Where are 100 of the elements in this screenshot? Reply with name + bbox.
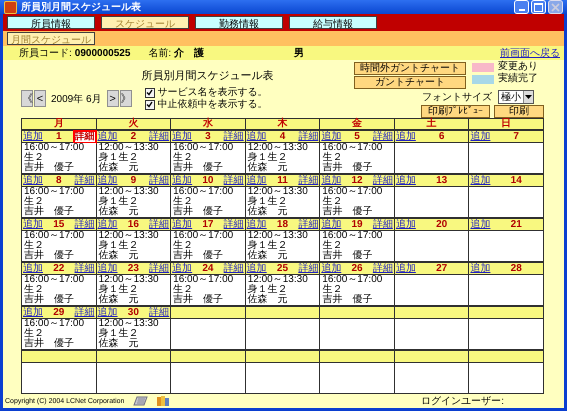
add-link[interactable]: 追加	[172, 176, 192, 186]
detail-link[interactable]: 詳細	[74, 264, 95, 274]
detail-link[interactable]: 詳細	[149, 176, 170, 186]
nav-button[interactable]: 《	[21, 90, 33, 107]
day-number: 23	[126, 264, 140, 274]
detail-link[interactable]: 詳細	[74, 220, 95, 230]
weekday-header: 月	[22, 119, 96, 129]
font-size-dropdown[interactable]: 極小	[498, 90, 534, 104]
books-icon[interactable]	[156, 395, 170, 407]
back-link[interactable]: 前画面へ戻る	[500, 46, 560, 60]
schedule-time[interactable]: 16:00～17:00生２	[173, 143, 243, 163]
add-link[interactable]: 追加	[396, 176, 416, 186]
add-link[interactable]: 追加	[98, 132, 118, 142]
schedule-time[interactable]: 16:00～17:00生２	[24, 319, 94, 339]
maximize-button[interactable]	[531, 0, 546, 14]
detail-link[interactable]: 詳細	[372, 264, 393, 274]
checkbox[interactable]	[144, 100, 155, 110]
schedule-time[interactable]: 12:00～13:30身１生２	[98, 143, 168, 163]
add-link[interactable]: 追加	[23, 264, 43, 274]
add-link[interactable]: 追加	[172, 132, 192, 142]
nav-button[interactable]: >	[106, 90, 119, 107]
nav-button[interactable]: 》	[120, 90, 132, 107]
add-link[interactable]: 追加	[246, 132, 267, 142]
schedule-time[interactable]: 12:00～13:30身１生２	[248, 275, 318, 295]
add-link[interactable]: 追加	[172, 264, 192, 274]
schedule-time[interactable]: 16:00～17:00生２	[24, 143, 94, 163]
detail-link[interactable]: 詳細	[74, 176, 95, 186]
day-number: 12	[350, 176, 364, 186]
day-number: 4	[278, 132, 286, 142]
close-button[interactable]	[548, 0, 563, 14]
add-link[interactable]: 追加	[23, 308, 43, 318]
add-link[interactable]: 追加	[470, 220, 490, 230]
detail-link[interactable]: 詳細	[372, 132, 393, 142]
add-link[interactable]: 追加	[246, 220, 267, 230]
detail-link[interactable]: 詳細	[149, 264, 170, 274]
checkbox-label: サービス名を表示する。	[158, 87, 268, 98]
schedule-time[interactable]: 16:00～17:00生２	[173, 231, 243, 251]
detail-link[interactable]: 詳細	[224, 264, 244, 274]
print-button[interactable]: 印刷	[494, 105, 544, 118]
schedule-time[interactable]: 16:00～17:00生２	[322, 143, 392, 163]
print-button[interactable]: 印刷ﾌﾟﾚﾋﾞｭｰ	[421, 105, 490, 118]
detail-link[interactable]: 詳細	[224, 220, 244, 230]
tab[interactable]: 給与情報	[289, 16, 377, 29]
nav-button[interactable]: <	[34, 90, 46, 107]
add-link[interactable]: 追加	[396, 220, 416, 230]
detail-link[interactable]: 詳細	[224, 176, 244, 186]
add-link[interactable]: 追加	[23, 132, 43, 142]
add-link[interactable]: 追加	[246, 176, 267, 186]
detail-link[interactable]: 詳細	[224, 132, 244, 142]
schedule-time[interactable]: 16:00～17:00生２	[173, 187, 243, 207]
add-link[interactable]: 追加	[396, 132, 416, 142]
add-link[interactable]: 追加	[396, 264, 416, 274]
schedule-time[interactable]: 12:00～13:30身１生２	[248, 231, 318, 251]
add-link[interactable]: 追加	[470, 264, 490, 274]
schedule-time[interactable]: 12:00～13:30身１生２	[98, 319, 168, 339]
add-link[interactable]: 追加	[321, 132, 342, 142]
gantt-chart-button[interactable]: ガントチャート	[354, 76, 466, 89]
schedule-time[interactable]: 16:00～17:00生２	[24, 231, 94, 251]
schedule-time[interactable]: 12:00～13:30身１生２	[248, 143, 318, 163]
day-number: 25	[276, 264, 290, 274]
add-link[interactable]: 追加	[470, 176, 490, 186]
detail-link[interactable]: 詳細	[298, 264, 318, 274]
schedule-time[interactable]: 12:00～13:30身１生２	[98, 231, 168, 251]
schedule-time[interactable]: 16:00～17:00生２	[322, 275, 392, 295]
month-label: 2009年 6月	[51, 92, 102, 106]
detail-link[interactable]: 詳細	[298, 176, 318, 186]
day-number: 9	[130, 176, 138, 186]
detail-link[interactable]: 詳細	[74, 308, 95, 318]
add-link[interactable]: 追加	[98, 308, 118, 318]
add-link[interactable]: 追加	[98, 176, 118, 186]
detail-link[interactable]: 詳細	[149, 132, 170, 142]
schedule-time[interactable]: 12:00～13:30身１生２	[98, 275, 168, 295]
add-link[interactable]: 追加	[23, 176, 43, 186]
schedule-time[interactable]: 16:00～17:00生２	[322, 187, 392, 207]
add-link[interactable]: 追加	[321, 176, 342, 186]
checkbox[interactable]	[144, 88, 155, 98]
detail-link[interactable]: 詳細	[149, 308, 170, 318]
detail-link[interactable]: 詳細	[149, 220, 170, 230]
detail-link[interactable]: 詳細	[298, 132, 318, 142]
schedule-time[interactable]: 12:00～13:30身１生２	[98, 187, 168, 207]
add-link[interactable]: 追加	[321, 220, 342, 230]
add-link[interactable]: 追加	[321, 264, 342, 274]
schedule-time[interactable]: 16:00～17:00生２	[173, 275, 243, 295]
add-link[interactable]: 追加	[470, 132, 490, 142]
schedule-time[interactable]: 16:00～17:00生２	[24, 275, 94, 295]
tab[interactable]: 所員情報	[7, 16, 95, 29]
minimize-button[interactable]	[514, 0, 529, 14]
schedule-time[interactable]: 16:00～17:00生２	[322, 231, 392, 251]
tab[interactable]: 勤務情報	[195, 16, 283, 29]
add-link[interactable]: 追加	[23, 220, 43, 230]
add-link[interactable]: 追加	[246, 264, 267, 274]
detail-link[interactable]: 詳細	[298, 220, 318, 230]
schedule-time[interactable]: 16:00～17:00生２	[24, 187, 94, 207]
detail-link[interactable]: 詳細	[372, 220, 393, 230]
detail-link[interactable]: 詳細	[372, 176, 393, 186]
add-link[interactable]: 追加	[98, 220, 118, 230]
add-link[interactable]: 追加	[172, 220, 192, 230]
gantt-chart-button[interactable]: 時間外ガントチャート	[354, 62, 466, 75]
add-link[interactable]: 追加	[98, 264, 118, 274]
schedule-time[interactable]: 12:00～13:30身１生２	[248, 187, 318, 207]
